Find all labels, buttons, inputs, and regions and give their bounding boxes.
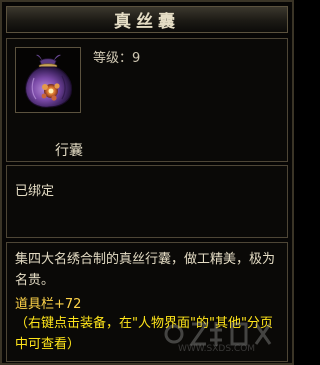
silk-pouch-icon [25,54,73,108]
item-header-panel: 等级：9 行囊 [6,38,288,162]
sxds-logo [164,322,272,346]
tooltip-title-bar: 真丝囊 [6,6,288,33]
item-name: 真丝囊 [114,12,180,32]
watermark-text: WWW.SXDS.COM [178,344,256,354]
item-icon-frame [15,47,81,113]
item-level: 等级：9 [93,51,141,66]
item-type: 行囊 [55,143,83,159]
bind-status: 已绑定 [15,184,55,199]
item-description: 集四大名绣合制的真丝行囊，做工精美，极为名贵。 [15,252,276,288]
item-bonus-stat: 道具栏+72 [15,297,82,312]
item-binding-panel: 已绑定 [6,165,288,238]
item-tooltip: 真丝囊 等级：9 行囊 已绑定 集四大名绣合制的真丝行囊，做工精美，极为名贵。 … [0,0,294,365]
